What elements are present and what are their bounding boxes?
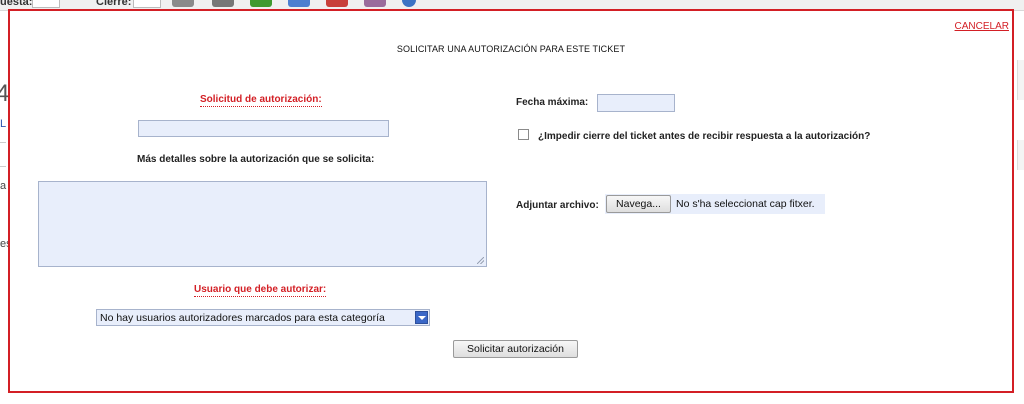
toolbar-icon — [288, 0, 310, 7]
max-date-input[interactable] — [597, 94, 675, 112]
background-fragment: a — [0, 180, 7, 192]
attach-label: Adjuntar archivo: — [516, 200, 599, 211]
background-divider — [0, 166, 6, 167]
file-input[interactable]: Navega... No s'ha seleccionat cap fitxer… — [605, 194, 825, 214]
background-panel — [1017, 60, 1024, 100]
background-label-propuesta: uesta: — [0, 0, 33, 8]
background-field — [32, 0, 60, 8]
resize-grip-icon[interactable] — [477, 257, 484, 264]
chevron-down-icon[interactable] — [415, 311, 428, 324]
authorization-dialog: CANCELAR SOLICITAR UNA AUTORIZACIÓN PARA… — [8, 9, 1014, 393]
toolbar-icon — [326, 0, 348, 7]
authorizer-select-value: No hay usuarios autorizadores marcados p… — [100, 312, 385, 324]
toolbar-icon — [212, 0, 234, 7]
toolbar-icon — [402, 0, 416, 7]
browse-button[interactable]: Navega... — [606, 195, 671, 213]
background-label-cierre: Cierre: — [96, 0, 132, 8]
prevent-close-label: ¿Impedir cierre del ticket antes de reci… — [538, 131, 871, 142]
toolbar-icon — [250, 0, 272, 7]
prevent-close-checkbox[interactable] — [518, 129, 529, 140]
background-fragment: L — [0, 118, 7, 130]
cancel-link[interactable]: CANCELAR — [955, 21, 1009, 32]
background-divider — [0, 142, 6, 143]
details-label: Más detalles sobre la autorización que s… — [137, 154, 375, 165]
submit-authorization-button[interactable]: Solicitar autorización — [453, 340, 578, 358]
max-date-label: Fecha máxima: — [516, 97, 589, 108]
authorizer-label: Usuario que debe autorizar: — [194, 284, 327, 297]
request-input[interactable] — [138, 120, 389, 137]
toolbar-icon — [172, 0, 194, 7]
background-field — [133, 0, 161, 8]
background-panel — [1017, 140, 1024, 170]
file-status: No s'ha seleccionat cap fitxer. — [676, 198, 815, 210]
request-label: Solicitud de autorización: — [200, 94, 322, 107]
dialog-title: SOLICITAR UNA AUTORIZACIÓN PARA ESTE TIC… — [396, 44, 626, 54]
authorizer-select[interactable]: No hay usuarios autorizadores marcados p… — [96, 309, 430, 326]
toolbar-icon — [364, 0, 386, 7]
details-textarea[interactable] — [38, 181, 487, 267]
